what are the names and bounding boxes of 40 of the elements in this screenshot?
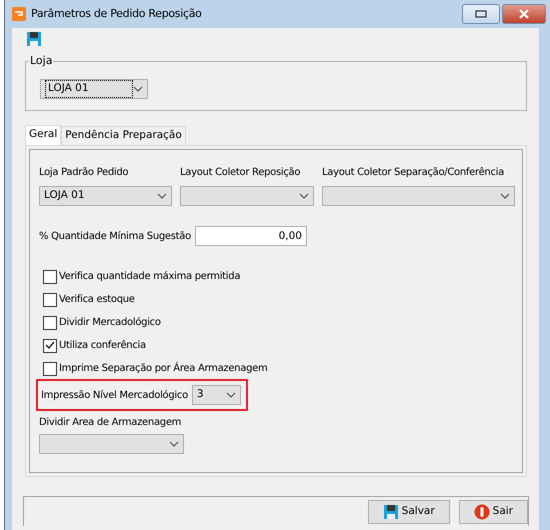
caret-icon xyxy=(226,392,236,398)
field-label: Dividir Area de Armazenagem xyxy=(39,416,182,430)
checkbox[interactable] xyxy=(43,316,57,330)
dropdown[interactable]: LOJA 01 xyxy=(39,186,172,206)
field-label: Loja Padrão Pedido xyxy=(39,166,130,180)
tab[interactable]: Pendência Preparação xyxy=(61,126,186,145)
checkbox-label: Verifica quantidade máxima permitida xyxy=(59,270,240,284)
checkbox-label: Verifica estoque xyxy=(59,293,135,307)
save-icon[interactable] xyxy=(26,31,42,47)
dropdown[interactable]: 3 xyxy=(192,385,241,405)
maximize-button[interactable] xyxy=(462,4,500,24)
checkbox[interactable] xyxy=(43,292,57,306)
store-dropdown[interactable]: LOJA 01 xyxy=(40,79,148,99)
checkbox-label: Utiliza conferência xyxy=(59,339,146,353)
maximize-icon xyxy=(475,10,487,18)
window-title: Parâmetros de Pedido Reposição xyxy=(31,6,202,22)
caret-icon xyxy=(133,86,143,92)
checkbox-label: Dividir Mercadológico xyxy=(59,316,161,330)
caret-icon xyxy=(500,193,510,199)
caret-icon xyxy=(169,441,179,447)
checkbox[interactable] xyxy=(43,362,57,376)
caret-icon xyxy=(299,193,309,199)
tab[interactable]: Geral xyxy=(25,125,62,145)
field-label: Layout Coletor Reposição xyxy=(180,166,302,180)
quantity-field[interactable]: 0,00 xyxy=(194,226,307,246)
checkbox[interactable] xyxy=(43,338,57,352)
power-icon xyxy=(474,504,490,520)
field-label: Layout Coletor Separação/Conferência xyxy=(322,166,505,180)
save-button[interactable]: Salvar xyxy=(368,500,450,524)
exit-button[interactable]: Sair xyxy=(458,500,528,524)
field-label: % Quantidade Mínima Sugestão xyxy=(39,230,191,244)
checkbox[interactable] xyxy=(43,270,57,284)
field-label: Impressão Nível Mercadológico xyxy=(41,388,188,402)
group-label: Loja xyxy=(29,53,54,70)
checkbox-label: Imprime Separação por Área Armazenagem xyxy=(59,361,268,376)
close-icon xyxy=(518,9,530,19)
app-icon xyxy=(12,7,26,21)
save-icon xyxy=(382,504,399,520)
close-button[interactable] xyxy=(502,4,546,24)
caret-icon xyxy=(157,193,167,199)
